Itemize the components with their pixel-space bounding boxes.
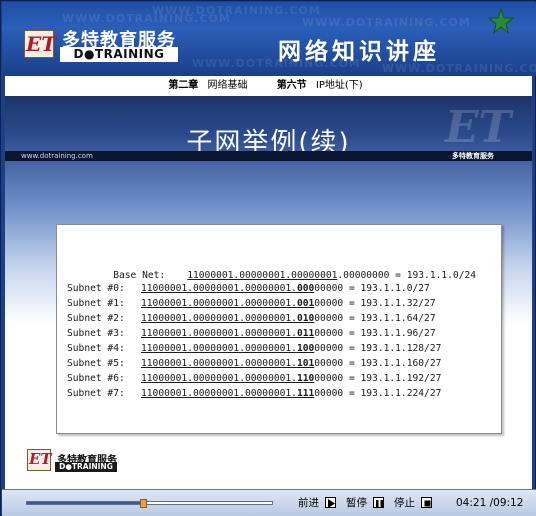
time-current: 04:21 (456, 497, 487, 509)
pause-label[interactable]: 暂停 (346, 496, 367, 510)
brand-name-en: D●TRAINING (60, 47, 178, 62)
watermark-text: WWW.DOTRAINING.COM (62, 12, 231, 25)
subnet-row: Subnet #0: 11000001.00000001.00000001.000… (67, 283, 430, 294)
site-url: www.dotraining.com (21, 152, 93, 160)
logo-letters: ET (26, 32, 57, 56)
chapter-bar: 第二章 网络基础 第六节 IP地址(下) (5, 76, 532, 96)
subnet-row: Subnet #3: 11000001.00000001.00000001.011… (67, 328, 436, 339)
subnet-row: Subnet #4: 11000001.00000001.00000001.100… (67, 343, 442, 354)
content-panel: Base Net: 11000001.00000001.00000001.0000… (56, 224, 502, 434)
subnet-row: Subnet #7: 11000001.00000001.00000001.111… (67, 388, 442, 399)
subnet-row: Subnet #2: 11000001.00000001.00000001.010… (67, 313, 436, 324)
progress-thumb[interactable] (140, 499, 148, 508)
player-controls: 前进 暂停 停止 04:21 /09:12 (2, 489, 536, 516)
play-icon[interactable] (325, 497, 336, 508)
stop-icon[interactable] (421, 497, 432, 508)
section-name: IP地址(下) (315, 80, 363, 91)
chapter-label: 第二章 (168, 80, 199, 91)
player-window: WWW.DOTRAINING.COM WWW.DOTRAINING.COM WW… (0, 0, 536, 516)
forward-label[interactable]: 前进 (298, 496, 319, 510)
section-label: 第六节 (276, 80, 307, 91)
footer-logo-letters: ET (29, 450, 52, 468)
time-total: /09:12 (489, 497, 524, 509)
header-banner: WWW.DOTRAINING.COM WWW.DOTRAINING.COM WW… (2, 2, 536, 76)
progress-track[interactable] (26, 499, 273, 508)
footer-brand-en: D●TRAINING (55, 462, 117, 472)
footer-et-logo: ET (27, 449, 52, 471)
chapter-name: 网络基础 (207, 80, 248, 91)
strip-brand: 多特教育服务 (452, 152, 494, 160)
time-display: 04:21 /09:12 (456, 496, 523, 510)
url-strip: www.dotraining.com 多特教育服务 (5, 151, 532, 161)
et-logo: ET (24, 30, 57, 58)
progress-fill (27, 502, 144, 504)
subnet-row: Subnet #5: 11000001.00000001.00000001.101… (67, 358, 442, 369)
stop-label[interactable]: 停止 (394, 496, 415, 510)
series-title: 网络知识讲座 (278, 39, 440, 65)
star-icon (488, 8, 514, 34)
pause-icon[interactable] (373, 497, 384, 508)
subnet-row: Subnet #1: 11000001.00000001.00000001.001… (67, 298, 436, 309)
watermark-text: WWW.DOTRAINING.COM (302, 16, 471, 29)
subnet-row: Subnet #6: 11000001.00000001.00000001.110… (67, 373, 442, 384)
slide-area: ET 子网举例(续) www.dotraining.com 多特教育服务 Bas… (5, 96, 532, 489)
